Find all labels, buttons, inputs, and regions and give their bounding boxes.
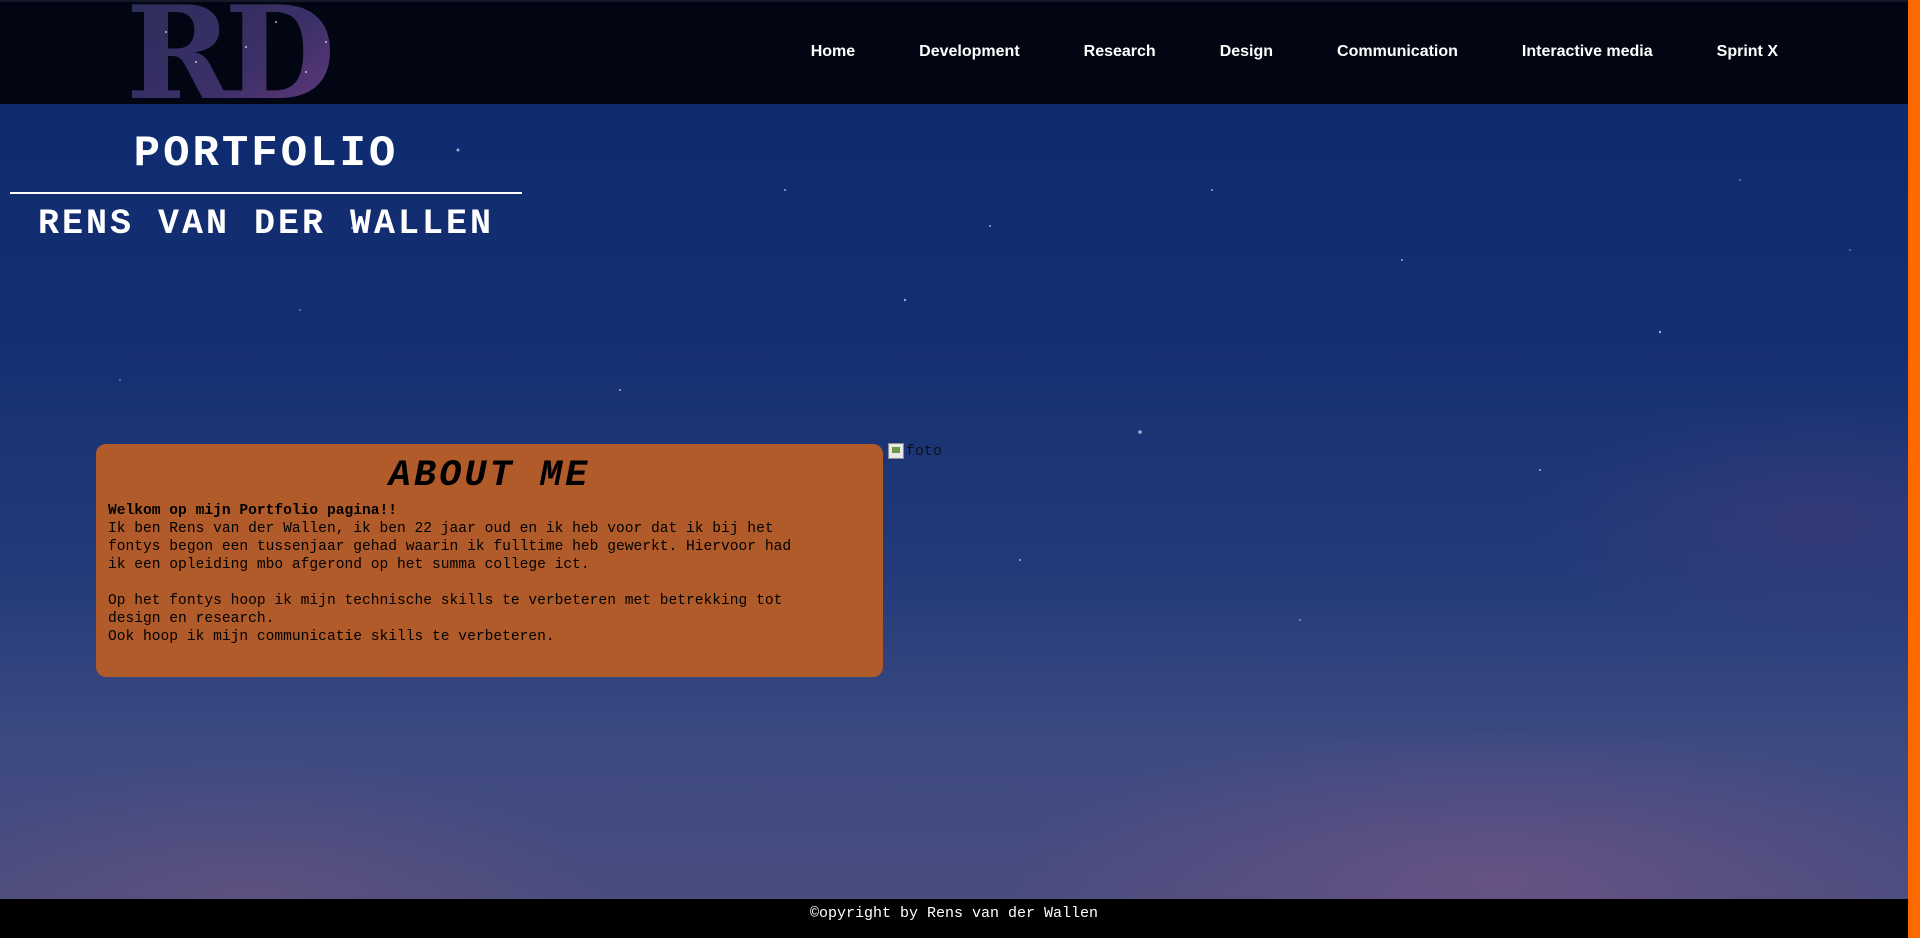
about-line: design en research. xyxy=(108,611,275,627)
page-title: PORTFOLIO xyxy=(133,129,399,179)
nav-interactive-media[interactable]: Interactive media xyxy=(1522,43,1653,61)
main-nav: Home Development Research Design Communi… xyxy=(747,43,1778,61)
about-text: Welkom op mijn Portfolio pagina!! Ik ben… xyxy=(108,502,871,646)
about-line: ik een opleiding mbo afgerond op het sum… xyxy=(108,557,590,573)
logo-rd[interactable]: RD xyxy=(126,2,356,102)
photo-broken-image: foto xyxy=(888,443,942,460)
about-line: fontys begon een tussenjaar gehad waarin… xyxy=(108,539,792,555)
nav-home[interactable]: Home xyxy=(811,43,855,61)
page-subtitle: RENS VAN DER WALLEN xyxy=(37,204,495,244)
about-heading: ABOUT ME xyxy=(388,455,591,497)
footer: ©opyright by Rens van der Wallen xyxy=(0,899,1908,938)
about-me-card: ABOUT ME Welkom op mijn Portfolio pagina… xyxy=(96,444,883,677)
about-line: Ook hoop ik mijn communicatie skills te … xyxy=(108,629,555,645)
logo-text: RD xyxy=(126,2,330,102)
top-navigation-bar: RD Home Development Research Design Comm… xyxy=(0,0,1908,104)
nav-research[interactable]: Research xyxy=(1084,43,1156,61)
photo-alt-text: foto xyxy=(906,443,943,460)
nav-design[interactable]: Design xyxy=(1220,43,1273,61)
title-divider xyxy=(10,192,522,194)
nav-sprint-x[interactable]: Sprint X xyxy=(1717,43,1778,61)
page-background: RD Home Development Research Design Comm… xyxy=(0,0,1908,938)
broken-image-icon xyxy=(888,443,904,459)
about-welcome: Welkom op mijn Portfolio pagina!! xyxy=(108,503,398,519)
nav-communication[interactable]: Communication xyxy=(1337,43,1458,61)
about-line: Ik ben Rens van der Wallen, ik ben 22 ja… xyxy=(108,521,774,537)
about-line: Op het fontys hoop ik mijn technische sk… xyxy=(108,593,783,609)
hero-title-block: PORTFOLIO RENS VAN DER WALLEN xyxy=(10,126,522,244)
scrollbar-thumb[interactable] xyxy=(1908,0,1920,938)
nav-development[interactable]: Development xyxy=(919,43,1019,61)
footer-copyright: ©opyright by Rens van der Wallen xyxy=(809,905,1099,922)
